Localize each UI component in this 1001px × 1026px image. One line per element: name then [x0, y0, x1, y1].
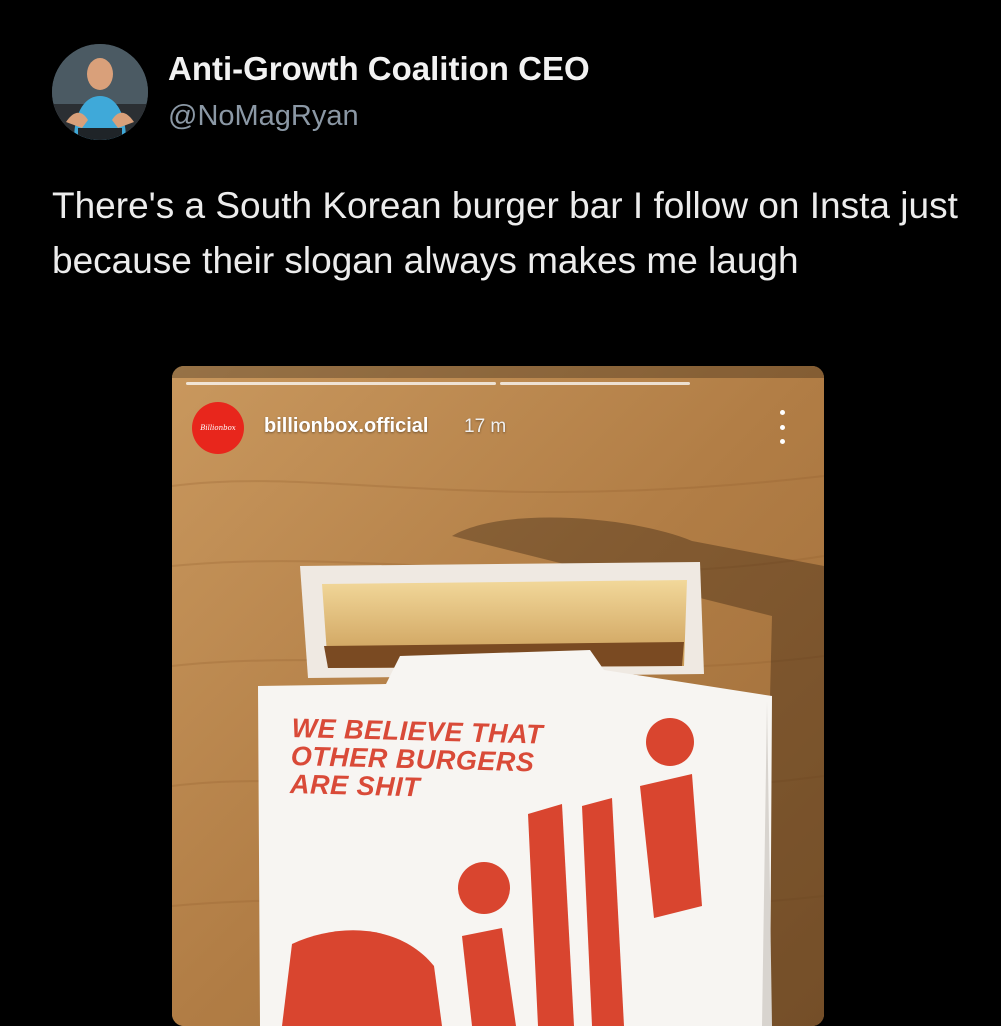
story-account-avatar[interactable]: Billionbox	[192, 402, 244, 454]
tweet-text: There's a South Korean burger bar I foll…	[52, 185, 958, 281]
more-vertical-icon[interactable]	[772, 410, 792, 444]
story-account-avatar-text: Billionbox	[200, 424, 236, 432]
menu-dot	[779, 424, 785, 430]
tweet-media[interactable]: Billionbox billionbox.official 17 m WE B…	[172, 366, 824, 1026]
story-progress-2	[500, 382, 690, 385]
author-avatar-image	[52, 44, 148, 140]
author-handle[interactable]: @NoMagRyan	[168, 100, 359, 133]
box-slogan: WE BELIEVE THAT OTHER BURGERS ARE SHIT	[289, 713, 544, 803]
author-avatar[interactable]	[52, 44, 148, 140]
story-photo	[172, 366, 824, 1026]
story-time-ago: 17 m	[464, 416, 507, 437]
author-display-name[interactable]: Anti-Growth Coalition CEO	[168, 50, 590, 88]
tweet: Anti-Growth Coalition CEO @NoMagRyan The…	[0, 0, 1001, 1026]
story-progress-1	[186, 382, 496, 385]
menu-dot	[779, 410, 785, 415]
menu-dot	[779, 439, 785, 444]
story-account-name[interactable]: billionbox.official	[264, 415, 428, 438]
